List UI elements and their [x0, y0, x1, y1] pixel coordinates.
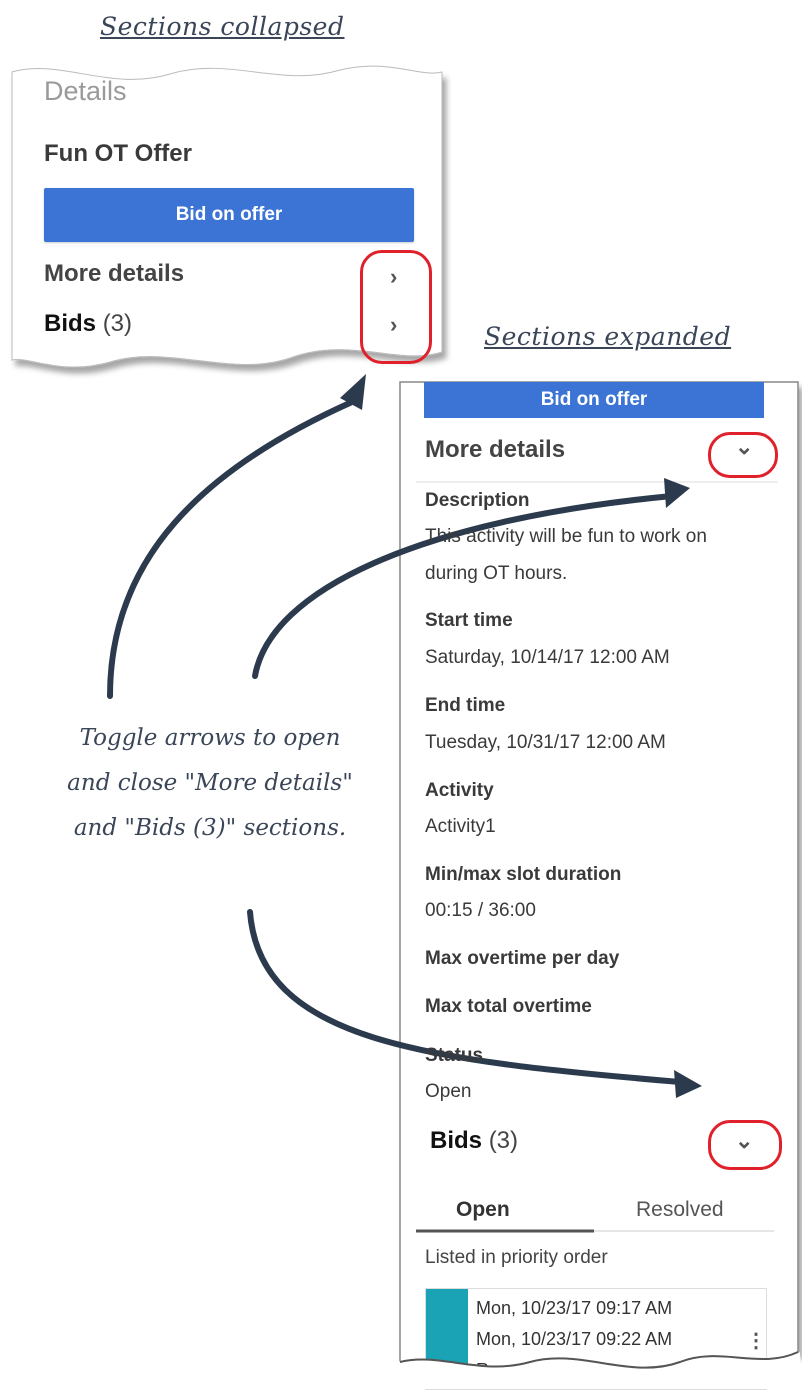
tab-resolved[interactable]: Resolved [636, 1198, 724, 1222]
more-options-icon[interactable]: ⋮ [746, 1328, 766, 1353]
field-label-slot-duration: Min/max slot duration [425, 864, 622, 885]
field-label-max-overtime-day: Max overtime per day [425, 948, 620, 969]
bids-label-text: Bids [430, 1127, 483, 1154]
listed-priority-note: Listed in priority order [425, 1247, 608, 1268]
bids-section-label[interactable]: Bids (3) [44, 310, 132, 338]
bids-count: (3) [102, 310, 133, 337]
field-value-activity: Activity1 [425, 816, 496, 837]
bid-end-time: Mon, 10/23/17 09:22 AM [476, 1329, 673, 1349]
annotation-note: Toggle arrows to open and close "More de… [20, 716, 400, 851]
bid-on-offer-button[interactable]: Bid on offer [44, 188, 414, 242]
bids-section-label[interactable]: Bids (3) [430, 1127, 518, 1155]
field-label-start-time: Start time [425, 610, 513, 631]
field-value-description-cont: during OT hours. [425, 563, 568, 584]
field-value-description: This activity will be fun to work on [425, 526, 707, 547]
bid-on-offer-button[interactable]: Bid on offer [424, 382, 764, 418]
highlight-ring-more-details [708, 432, 778, 478]
tab-open[interactable]: Open [456, 1198, 510, 1222]
bids-count: (3) [488, 1127, 519, 1154]
bid-status: Requested [476, 1360, 564, 1380]
highlight-ring-bids [708, 1120, 782, 1170]
note-line-1: Toggle arrows to open [79, 725, 341, 751]
field-value-end-time: Tuesday, 10/31/17 12:00 AM [425, 732, 666, 753]
arrow-to-collapsed [107, 399, 355, 699]
field-value-start-time: Saturday, 10/14/17 12:00 AM [425, 647, 670, 668]
field-label-activity: Activity [425, 780, 494, 801]
bid-list-item[interactable]: Mon, 10/23/17 09:17 AM Mon, 10/23/17 09:… [425, 1288, 767, 1390]
field-label-status: Status [425, 1045, 484, 1066]
field-label-end-time: End time [425, 695, 506, 716]
field-label-max-total-overtime: Max total overtime [425, 996, 592, 1017]
more-details-section-label[interactable]: More details [44, 260, 184, 288]
note-line-2: and close "More details" [67, 770, 353, 796]
offer-title: Fun OT Offer [44, 140, 192, 167]
more-details-section-label[interactable]: More details [425, 436, 565, 464]
bid-start-time: Mon, 10/23/17 09:17 AM [476, 1298, 673, 1318]
field-label-description: Description [425, 490, 530, 511]
highlight-ring-collapsed [360, 250, 432, 364]
field-value-slot-duration: 00:15 / 36:00 [425, 900, 536, 921]
bid-color-swatch [426, 1289, 468, 1389]
field-value-status: Open [425, 1081, 472, 1102]
note-line-3: and "Bids (3)" sections. [73, 815, 347, 841]
bids-label-text: Bids [44, 310, 97, 337]
details-heading: Details [44, 76, 127, 106]
